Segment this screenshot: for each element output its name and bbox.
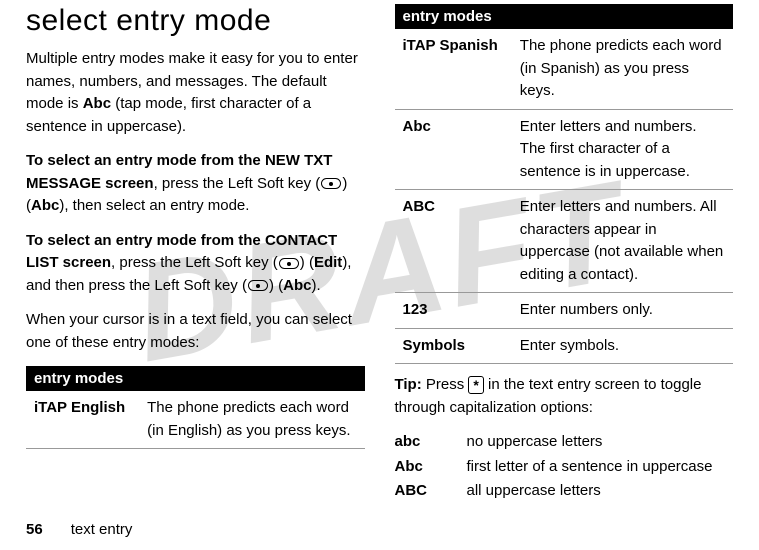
- left-column: select entry mode Multiple entry modes m…: [26, 4, 365, 505]
- softkey-label: Edit: [314, 254, 342, 271]
- text: To select an entry mode from the: [26, 152, 265, 169]
- mode-description: Enter letters and numbers. All character…: [512, 190, 733, 293]
- page-heading: select entry mode: [26, 4, 365, 38]
- right-column: entry modes iTAP Spanish The phone predi…: [395, 4, 734, 505]
- entry-modes-table-left: entry modes iTAP English The phone predi…: [26, 366, 365, 449]
- select-from-new-txt: To select an entry mode from the NEW TXT…: [26, 150, 365, 218]
- mode-label: Symbols: [395, 328, 512, 364]
- softkey-label: Abc: [283, 277, 311, 294]
- tip-paragraph: Tip: Press * in the text entry screen to…: [395, 374, 734, 419]
- mode-label: 123: [395, 293, 512, 329]
- mode-description: Enter numbers only.: [512, 293, 733, 329]
- page-footer: 56 text entry: [26, 521, 132, 538]
- mode-abc: Abc: [83, 95, 111, 112]
- table-row: iTAP English The phone predicts each wor…: [26, 391, 365, 449]
- caps-desc: no uppercase letters: [467, 431, 603, 454]
- mode-label: iTAP Spanish: [395, 29, 512, 109]
- caps-label: ABC: [395, 480, 435, 503]
- left-soft-key-icon: [248, 280, 268, 291]
- mode-description: Enter letters and numbers. The first cha…: [512, 109, 733, 190]
- caps-desc: all uppercase letters: [467, 480, 601, 503]
- text: , press the Left Soft key (: [111, 254, 278, 271]
- select-from-contact-list: To select an entry mode from the CONTACT…: [26, 230, 365, 298]
- table-row: 123 Enter numbers only.: [395, 293, 734, 329]
- caps-desc: first letter of a sentence in uppercase: [467, 456, 713, 479]
- text: ), then select an entry mode.: [59, 197, 249, 214]
- intro-paragraph: Multiple entry modes make it easy for yo…: [26, 48, 365, 138]
- table-header: entry modes: [395, 4, 734, 29]
- tip-label: Tip:: [395, 376, 422, 393]
- caps-label: Abc: [395, 456, 435, 479]
- table-row: ABC Enter letters and numbers. All chara…: [395, 190, 734, 293]
- text: screen: [101, 175, 154, 192]
- mode-description: Enter symbols.: [512, 328, 733, 364]
- text: Press: [422, 376, 469, 393]
- text: ) (: [269, 277, 283, 294]
- mode-label: iTAP English: [26, 391, 139, 449]
- text: screen: [59, 254, 112, 271]
- star-key-icon: *: [468, 376, 483, 394]
- mode-description: The phone predicts each word (in English…: [139, 391, 364, 449]
- footer-section: text entry: [71, 521, 133, 538]
- table-header: entry modes: [26, 366, 365, 391]
- caps-label: abc: [395, 431, 435, 454]
- list-item: ABC all uppercase letters: [395, 480, 734, 503]
- table-row: Abc Enter letters and numbers. The first…: [395, 109, 734, 190]
- cursor-paragraph: When your cursor is in a text field, you…: [26, 309, 365, 354]
- softkey-label: Abc: [31, 197, 59, 214]
- table-row: iTAP Spanish The phone predicts each wor…: [395, 29, 734, 109]
- mode-description: The phone predicts each word (in Spanish…: [512, 29, 733, 109]
- mode-label: ABC: [395, 190, 512, 293]
- text: ) (: [300, 254, 314, 271]
- page-number: 56: [26, 521, 43, 538]
- list-item: abc no uppercase letters: [395, 431, 734, 454]
- entry-modes-table-right: entry modes iTAP Spanish The phone predi…: [395, 4, 734, 364]
- text: , press the Left Soft key (: [154, 175, 321, 192]
- list-item: Abc first letter of a sentence in upperc…: [395, 456, 734, 479]
- text: To select an entry mode from the: [26, 232, 265, 249]
- mode-label: Abc: [395, 109, 512, 190]
- left-soft-key-icon: [279, 258, 299, 269]
- left-soft-key-icon: [321, 178, 341, 189]
- text: ).: [311, 277, 320, 294]
- table-row: Symbols Enter symbols.: [395, 328, 734, 364]
- capitalization-options: abc no uppercase letters Abc first lette…: [395, 431, 734, 503]
- page-content: select entry mode Multiple entry modes m…: [0, 0, 759, 505]
